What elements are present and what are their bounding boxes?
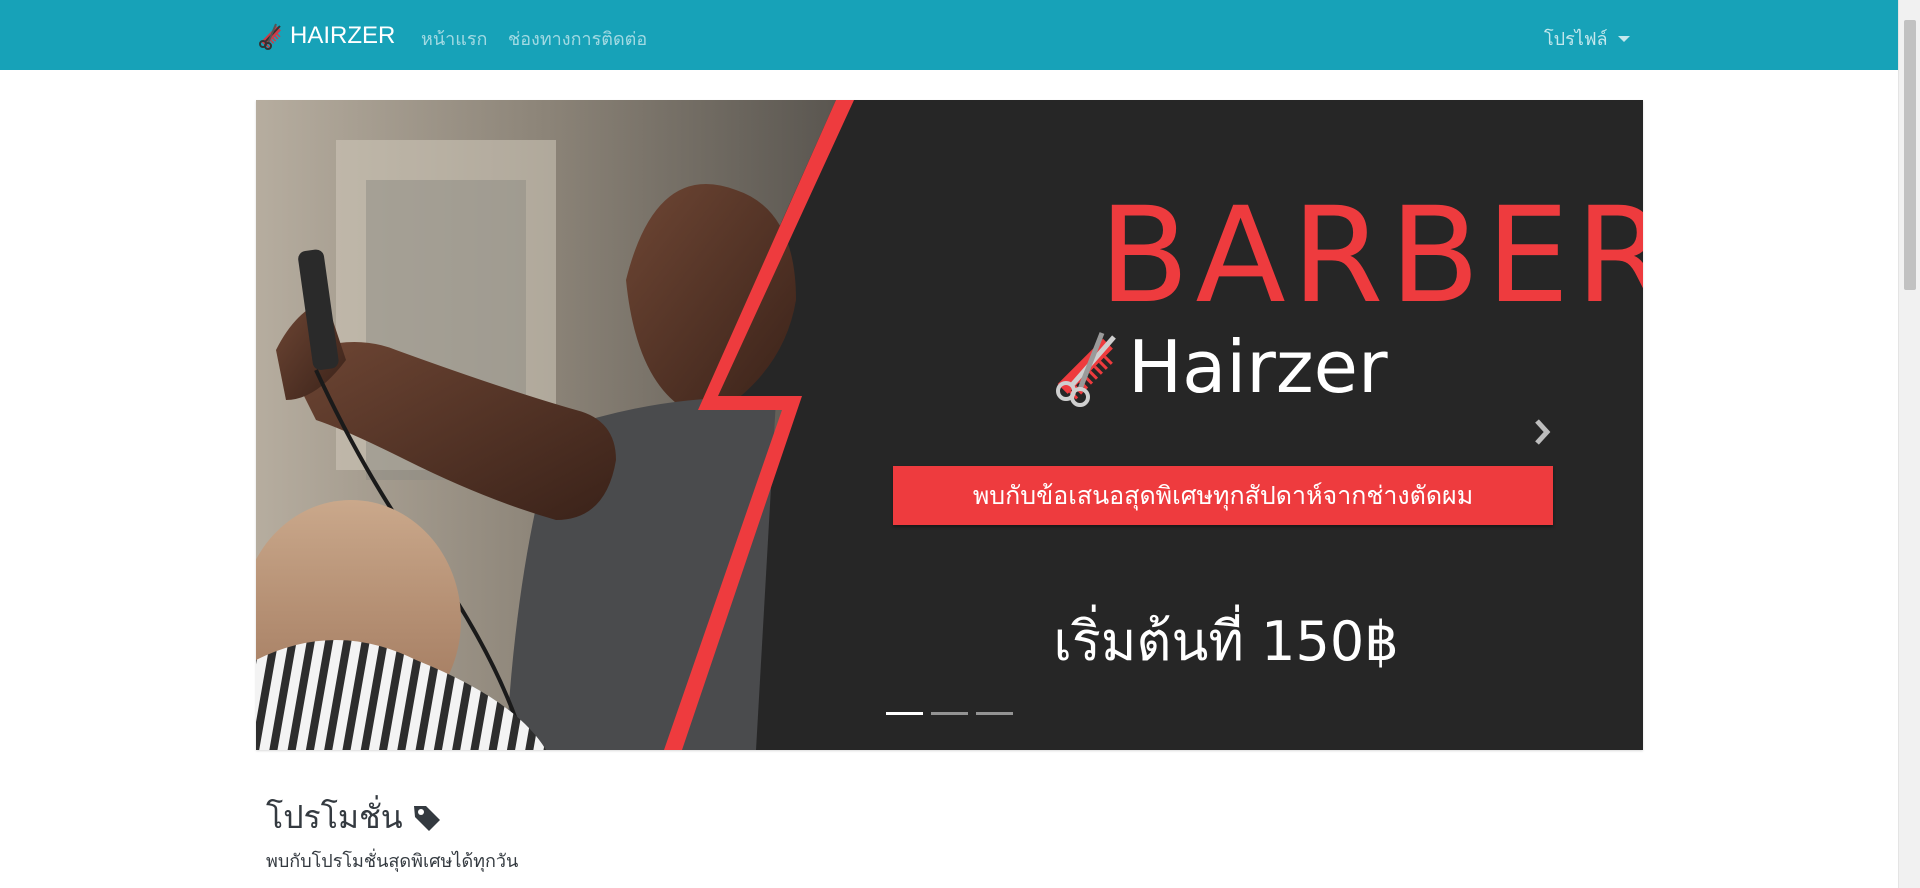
promo-subtitle: พบกับโปรโมชั่นสุดพิเศษได้ทุกวัน bbox=[266, 851, 519, 872]
promo-heading: โปรโมชั่น bbox=[266, 792, 443, 843]
scissors-comb-icon bbox=[259, 23, 281, 50]
carousel-indicator-3[interactable] bbox=[976, 712, 1013, 715]
brand-link[interactable]: HAIRZER bbox=[256, 20, 395, 52]
carousel-indicators bbox=[886, 712, 1013, 715]
chevron-right-icon bbox=[1535, 419, 1551, 445]
hairzer-logo: Hairzer bbox=[1046, 322, 1446, 412]
scissors-comb-icon bbox=[1056, 332, 1116, 407]
tag-icon bbox=[413, 805, 440, 831]
caret-down-icon bbox=[1617, 35, 1630, 42]
profile-label: โปรไฟล์ bbox=[1544, 29, 1608, 50]
page-scrollbar[interactable] bbox=[1898, 0, 1920, 888]
scrollbar-thumb[interactable] bbox=[1904, 20, 1916, 290]
navbar: HAIRZER หน้าแรก ช่องทางการติดต่อ โปรไฟล์ bbox=[0, 0, 1898, 70]
carousel-indicator-2[interactable] bbox=[931, 712, 968, 715]
profile-dropdown[interactable]: โปรไฟล์ bbox=[1544, 24, 1630, 53]
banner-title: BARBER bbox=[1098, 179, 1643, 333]
brand-text: HAIRZER bbox=[290, 22, 396, 49]
promo-title: โปรโมชั่น bbox=[266, 798, 403, 836]
offer-banner: พบกับข้อเสนอสุดพิเศษทุกสัปดาห์จากช่างตัด… bbox=[893, 466, 1553, 525]
price-text: เริ่มต้นที่ 150฿ bbox=[1053, 610, 1399, 673]
nav-home-link[interactable]: หน้าแรก bbox=[421, 24, 487, 53]
nav-contact-link[interactable]: ช่องทางการติดต่อ bbox=[508, 24, 647, 53]
carousel-next-button[interactable] bbox=[1528, 412, 1556, 452]
logo-text: Hairzer bbox=[1128, 325, 1388, 409]
carousel-indicator-1[interactable] bbox=[886, 712, 923, 715]
navbar-inner: HAIRZER หน้าแรก ช่องทางการติดต่อ โปรไฟล์ bbox=[256, 0, 1646, 70]
hero-carousel: BARBER Hairzer พบกับข้อเสนอสุดพิเศษทุกสั… bbox=[256, 100, 1643, 750]
